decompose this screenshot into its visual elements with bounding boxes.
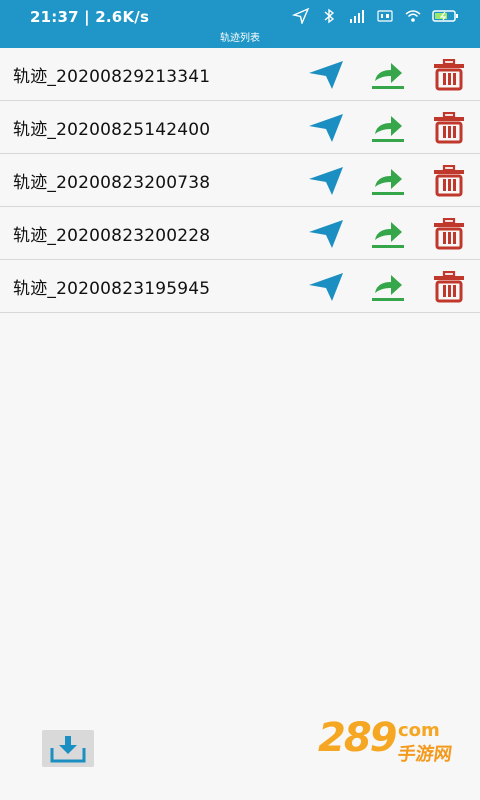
status-icons bbox=[292, 8, 460, 24]
track-row[interactable]: 轨迹_20200823195945 bbox=[0, 260, 480, 313]
share-icon bbox=[372, 116, 404, 142]
delete-button[interactable] bbox=[430, 270, 468, 304]
delete-icon bbox=[434, 165, 464, 197]
track-list: 轨迹_20200829213341 轨迹_20200825142400 轨迹_2… bbox=[0, 48, 480, 313]
watermark-domain: com bbox=[398, 720, 440, 741]
hd-icon bbox=[377, 10, 393, 22]
delete-icon bbox=[434, 218, 464, 250]
status-time-speed: 21:37 | 2.6K/s bbox=[30, 8, 150, 26]
watermark-logo: 289 com 手游网 bbox=[318, 718, 468, 770]
status-bar: 21:37 | 2.6K/s bbox=[0, 0, 480, 32]
delete-icon bbox=[434, 271, 464, 303]
battery-icon bbox=[432, 10, 458, 22]
location-arrow-icon bbox=[292, 8, 310, 24]
track-row[interactable]: 轨迹_20200829213341 bbox=[0, 48, 480, 101]
delete-button[interactable] bbox=[430, 217, 468, 251]
delete-button[interactable] bbox=[430, 58, 468, 92]
navigate-icon bbox=[309, 61, 343, 89]
share-button[interactable] bbox=[369, 58, 407, 92]
share-button[interactable] bbox=[369, 217, 407, 251]
track-name[interactable]: 轨迹_20200823200228 bbox=[13, 221, 210, 246]
share-button[interactable] bbox=[369, 111, 407, 145]
share-icon bbox=[372, 63, 404, 89]
navigate-icon bbox=[309, 273, 343, 301]
bluetooth-icon bbox=[324, 8, 335, 24]
delete-icon bbox=[434, 59, 464, 91]
navigate-button[interactable] bbox=[307, 111, 345, 145]
navigate-button[interactable] bbox=[307, 164, 345, 198]
watermark-sub: 手游网 bbox=[396, 744, 454, 765]
signal-icon bbox=[350, 10, 364, 23]
watermark-main: 289 bbox=[318, 715, 397, 761]
track-row[interactable]: 轨迹_20200823200738 bbox=[0, 154, 480, 207]
navigate-icon bbox=[309, 167, 343, 195]
share-icon bbox=[372, 169, 404, 195]
delete-icon bbox=[434, 112, 464, 144]
navigate-icon bbox=[309, 220, 343, 248]
delete-button[interactable] bbox=[430, 164, 468, 198]
page-title: 轨迹列表 bbox=[0, 32, 480, 48]
share-icon bbox=[372, 222, 404, 248]
import-button[interactable] bbox=[42, 730, 94, 767]
track-row[interactable]: 轨迹_20200823200228 bbox=[0, 207, 480, 260]
navigate-button[interactable] bbox=[307, 270, 345, 304]
track-name[interactable]: 轨迹_20200823200738 bbox=[13, 168, 210, 193]
navigate-button[interactable] bbox=[307, 58, 345, 92]
download-icon bbox=[50, 735, 86, 762]
share-icon bbox=[372, 275, 404, 301]
navigate-button[interactable] bbox=[307, 217, 345, 251]
navigate-icon bbox=[309, 114, 343, 142]
track-name[interactable]: 轨迹_20200829213341 bbox=[13, 62, 210, 87]
track-name[interactable]: 轨迹_20200825142400 bbox=[13, 115, 210, 140]
delete-button[interactable] bbox=[430, 111, 468, 145]
share-button[interactable] bbox=[369, 270, 407, 304]
track-name[interactable]: 轨迹_20200823195945 bbox=[13, 274, 210, 299]
track-row[interactable]: 轨迹_20200825142400 bbox=[0, 101, 480, 154]
wifi-icon bbox=[405, 10, 421, 22]
share-button[interactable] bbox=[369, 164, 407, 198]
